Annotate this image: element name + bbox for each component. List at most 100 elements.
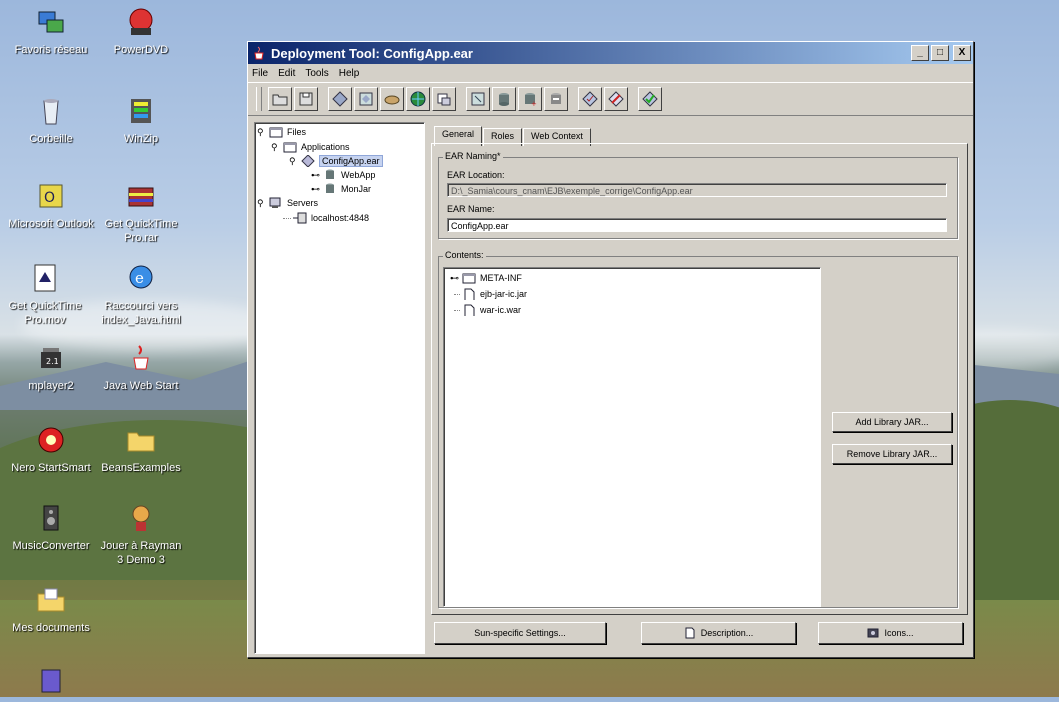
svg-text:O: O — [44, 190, 55, 206]
add-library-jar-button[interactable]: Add Library JAR... — [832, 412, 952, 432]
icons-button[interactable]: Icons... — [818, 622, 963, 644]
tree-collapse-handle[interactable]: ⊷ — [311, 170, 320, 181]
minimize-button[interactable]: _ — [911, 45, 929, 61]
tree-expand-handle[interactable]: ⚲ — [257, 127, 265, 138]
new-resource-button[interactable]: + — [518, 87, 542, 111]
tree-node-servers[interactable]: ⚲ Servers — [257, 197, 318, 209]
app-icon — [35, 666, 67, 698]
window-title: Deployment Tool: ConfigApp.ear — [271, 45, 473, 61]
ear-name-field[interactable]: ConfigApp.ear — [447, 218, 947, 232]
list-item-meta-inf[interactable]: ⊷ META-INF — [450, 272, 522, 284]
globe-icon — [410, 91, 426, 107]
tree-expand-handle[interactable]: ⚲ — [289, 156, 297, 167]
toolbar-grip[interactable] — [256, 87, 262, 111]
tree-expand-handle[interactable]: ⚲ — [257, 198, 265, 209]
navigation-tree[interactable]: ⚲ Files ⚲ Applications ⚲ ConfigApp.ear ⊷… — [254, 122, 425, 654]
menu-file[interactable]: File — [252, 68, 268, 79]
desktop-icon-label: Get QuickTime Pro.rar — [104, 218, 178, 244]
general-panel: EAR Naming* EAR Location: D:\_Samia\cour… — [431, 143, 968, 615]
new-entity-button[interactable] — [492, 87, 516, 111]
new-connector-button[interactable] — [466, 87, 490, 111]
desktop-icon-beansexamples[interactable]: BeansExamples — [96, 424, 186, 476]
desktop-icon-outlook[interactable]: O Microsoft Outlook — [6, 180, 96, 232]
tree-collapse-handle[interactable]: ⊷ — [311, 184, 320, 195]
desktop-icon-label: Jouer à Rayman 3 Demo 3 — [100, 540, 182, 566]
server-plug-icon — [293, 212, 307, 224]
client-icon — [437, 93, 451, 106]
document-icon — [685, 627, 695, 639]
description-button[interactable]: Description... — [641, 622, 796, 644]
tree-node-webapp[interactable]: ⊷ WebApp — [311, 169, 375, 181]
save-button[interactable] — [294, 87, 318, 111]
desktop-icon-index-java[interactable]: e Raccourci vers index_Java.html — [96, 262, 186, 328]
new-web-component-button[interactable] — [406, 87, 430, 111]
desktop-icon-powerdvd[interactable]: PowerDVD — [96, 6, 186, 58]
desktop-icon-corbeille[interactable]: Corbeille — [6, 95, 96, 147]
ear-name-label: EAR Name: — [447, 204, 495, 214]
sun-specific-settings-button[interactable]: Sun-specific Settings... — [434, 622, 606, 644]
new-component-button[interactable] — [380, 87, 404, 111]
tree-expand-handle[interactable]: ⚲ — [271, 142, 279, 153]
new-jms-button[interactable] — [544, 87, 568, 111]
desktop-icon-quicktime-rar[interactable]: Get QuickTime Pro.rar — [96, 180, 186, 246]
desktop-icon-quicktime-mov[interactable]: Get QuickTime Pro.mov — [0, 262, 90, 328]
tree-node-localhost[interactable]: localhost:4848 — [283, 212, 369, 224]
desktop-icon-musicconverter[interactable]: MusicConverter — [6, 502, 96, 554]
desktop-icon-nero[interactable]: Nero StartSmart — [6, 424, 96, 476]
servers-icon — [269, 197, 281, 208]
database-server-icon — [551, 93, 561, 104]
desktop-icon-label: Favoris réseau — [14, 44, 88, 56]
menu-edit[interactable]: Edit — [278, 68, 295, 79]
winzip-icon — [125, 95, 157, 127]
folder-open-icon — [272, 94, 288, 106]
icons-button-label: Icons... — [884, 628, 914, 638]
desktop-icon-label: Raccourci vers index_Java.html — [101, 300, 181, 326]
tree-node-monjar[interactable]: ⊷ MonJar — [311, 183, 371, 195]
desktop-icon-favoris-reseau[interactable]: Favoris réseau — [6, 6, 96, 58]
desktop-icon-winzip[interactable]: WinZip — [96, 95, 186, 147]
new-module-button[interactable] — [354, 87, 378, 111]
contents-title: Contents: — [443, 250, 486, 260]
title-bar[interactable]: Deployment Tool: ConfigApp.ear _ □ X — [248, 42, 973, 64]
maximize-button[interactable]: □ — [931, 45, 949, 61]
mplayer-icon: 2.1 — [35, 342, 67, 374]
list-item-ejb-jar[interactable]: ejb-jar-ic.jar — [454, 288, 527, 300]
java-cup-icon — [125, 342, 157, 374]
verify-button[interactable] — [578, 87, 602, 111]
new-application-button[interactable] — [328, 87, 352, 111]
nero-icon — [35, 424, 67, 456]
deployment-tool-window: Deployment Tool: ConfigApp.ear _ □ X Fil… — [247, 41, 974, 658]
ear-naming-title: EAR Naming* — [443, 151, 503, 161]
rayman-icon — [125, 502, 157, 534]
open-folder-button[interactable] — [268, 87, 292, 111]
tree-node-applications[interactable]: ⚲ Applications — [271, 141, 350, 153]
desktop-icon-label: Mes documents — [12, 622, 90, 634]
desktop-icon-mes-documents[interactable]: Mes documents — [6, 584, 96, 636]
tree-node-configapp[interactable]: ⚲ ConfigApp.ear — [289, 155, 383, 167]
toolbar: + — [248, 82, 973, 116]
desktop-icon-mplayer2[interactable]: 2.1 mplayer2 — [6, 342, 96, 394]
check-button[interactable] — [638, 87, 662, 111]
close-button[interactable]: X — [953, 45, 971, 61]
desktop-icon-label: PowerDVD — [113, 44, 169, 56]
svg-text:e: e — [135, 269, 144, 287]
list-item-war[interactable]: war-ic.war — [454, 304, 521, 316]
deploy-button[interactable] — [604, 87, 628, 111]
contents-list[interactable]: ⊷ META-INF ejb-jar-ic.jar war-ic.war — [443, 267, 821, 607]
rar-archive-icon — [125, 180, 157, 212]
contents-group: Contents: ⊷ META-INF ejb-jar-ic.jar war-… — [438, 250, 958, 608]
menu-help[interactable]: Help — [339, 68, 360, 79]
tree-collapse-handle[interactable]: ⊷ — [450, 273, 459, 284]
menu-bar: File Edit Tools Help — [248, 64, 973, 82]
remove-library-jar-button[interactable]: Remove Library JAR... — [832, 444, 952, 464]
menu-tools[interactable]: Tools — [305, 68, 328, 79]
desktop-icon-java-web-start[interactable]: Java Web Start — [96, 342, 186, 394]
new-client-button[interactable] — [432, 87, 456, 111]
desktop-icon-rayman[interactable]: Jouer à Rayman 3 Demo 3 — [96, 502, 186, 568]
folder-icon — [269, 127, 283, 138]
speaker-icon — [35, 502, 67, 534]
bean-icon — [384, 95, 400, 105]
database-icon — [499, 93, 509, 106]
connector-icon — [471, 92, 485, 106]
tree-node-files[interactable]: ⚲ Files — [257, 126, 306, 138]
